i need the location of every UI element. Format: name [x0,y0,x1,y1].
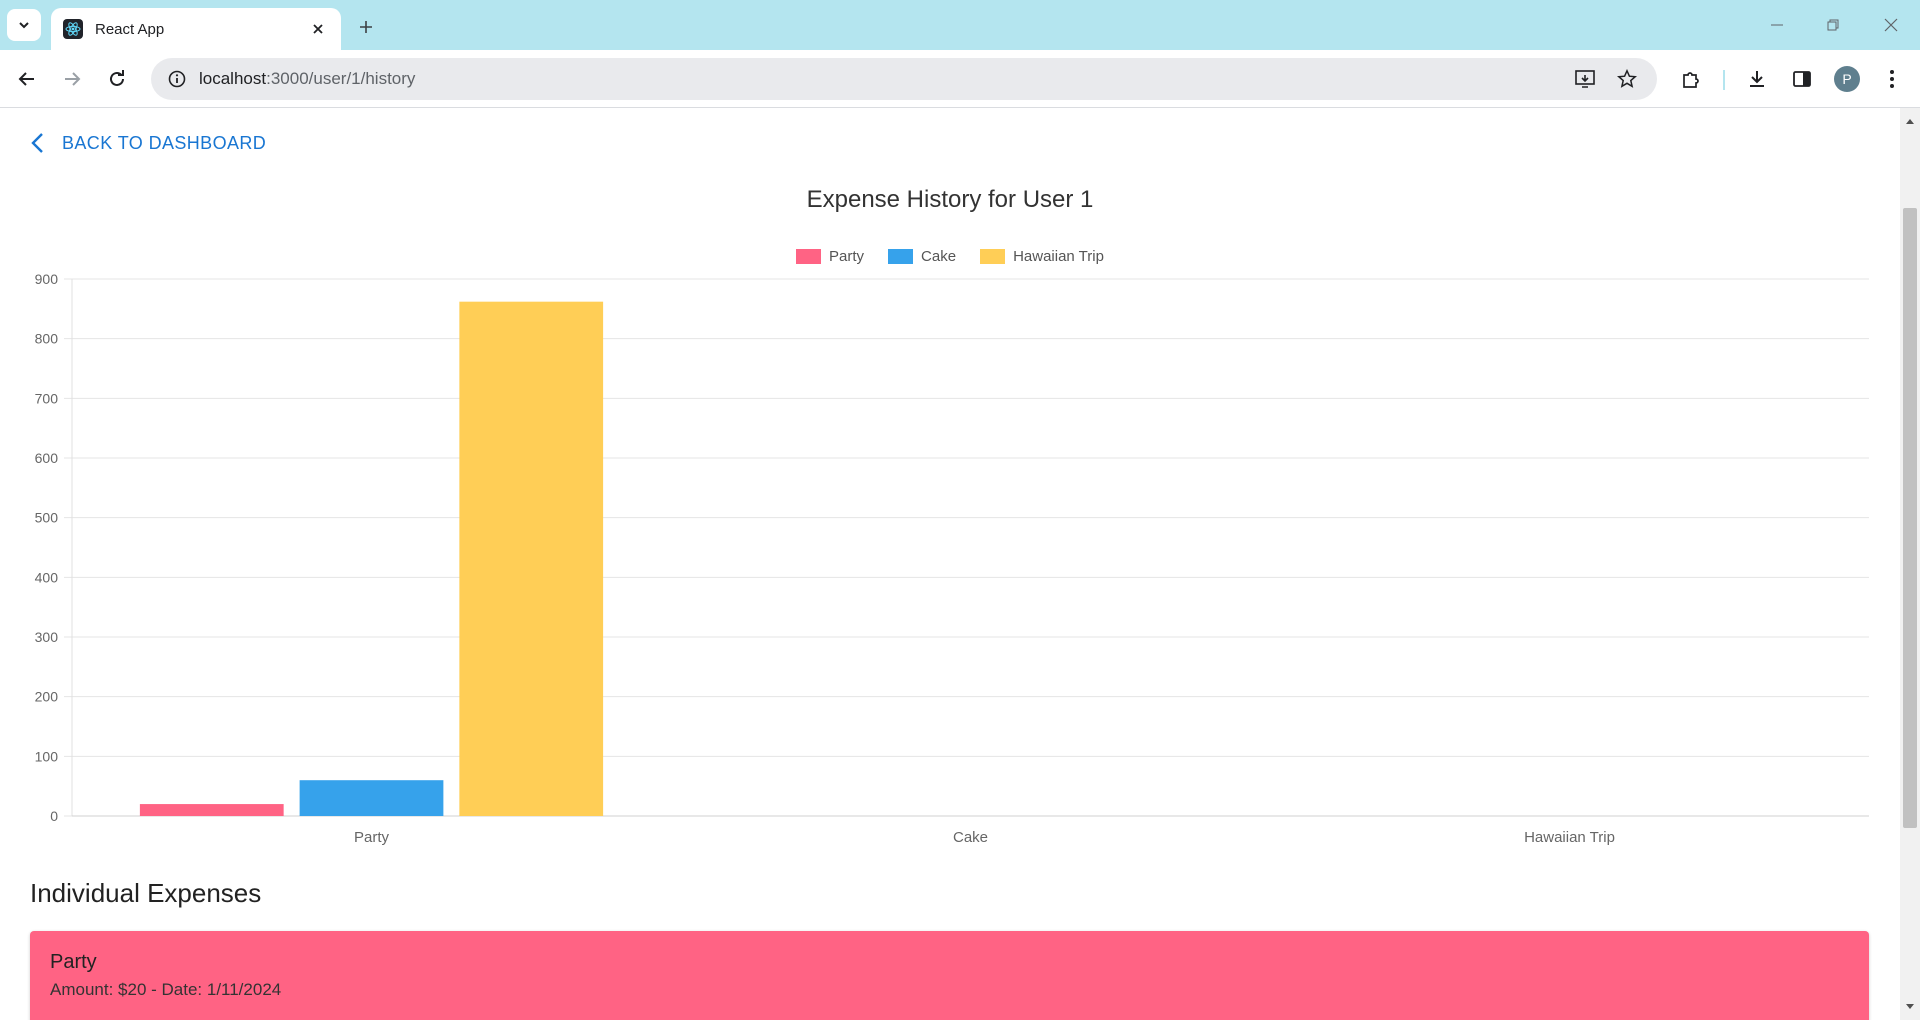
minimize-button[interactable] [1762,10,1792,40]
url-text: localhost:3000/user/1/history [199,69,416,88]
close-icon [1884,18,1898,32]
browser-tab[interactable]: React App [51,8,341,50]
section-title: Individual Expenses [30,878,262,908]
y-tick-label: 200 [35,689,59,705]
y-tick-label: 400 [35,569,59,585]
profile-avatar[interactable]: P [1834,66,1860,92]
forward-button[interactable] [56,63,88,95]
tab-title: React App [95,20,165,38]
restore-button[interactable] [1818,10,1848,40]
extensions-button[interactable] [1675,63,1707,95]
reload-button[interactable] [101,63,133,95]
side-panel-icon [1793,71,1811,87]
address-bar[interactable]: localhost:3000/user/1/history [151,58,1657,100]
expense-card: Party Amount: $20 - Date: 1/11/2024 [30,931,1869,1020]
bar-cake [299,780,444,816]
side-panel-button[interactable] [1786,63,1818,95]
more-vert-icon [1890,70,1894,88]
close-window-button[interactable] [1876,10,1906,40]
arrow-left-icon [18,72,34,86]
back-button[interactable] [11,63,43,95]
x-tick-label: Hawaiian Trip [1524,829,1615,846]
chevron-down-icon [19,22,29,29]
site-info-icon[interactable] [157,59,197,99]
scroll-up-arrow[interactable] [1900,112,1920,130]
downloads-button[interactable] [1741,63,1773,95]
puzzle-icon [1683,72,1699,88]
bookmark-star-icon[interactable] [1611,63,1643,95]
expense-meta: Amount: $20 - Date: 1/11/2024 [50,980,282,999]
bar-party [139,804,284,816]
y-tick-label: 300 [35,629,59,645]
toolbar-divider [1723,70,1725,90]
browser-toolbar: localhost:3000/user/1/history [0,50,1920,108]
y-tick-label: 100 [35,748,59,764]
y-tick-label: 600 [35,450,59,466]
page-scrollbar[interactable] [1900,108,1920,1020]
y-tick-label: 700 [35,390,59,406]
tab-search-button[interactable] [7,9,41,41]
y-tick-label: 500 [35,510,59,526]
plus-icon [360,21,372,33]
x-tick-label: Cake [953,829,988,846]
reload-icon [110,70,124,86]
close-icon [313,24,323,34]
restore-icon [1827,19,1839,31]
bar-hawaiian-trip [459,301,604,816]
new-tab-button[interactable] [352,13,380,41]
arrow-right-icon [65,72,81,86]
scroll-down-arrow[interactable] [1900,998,1920,1016]
x-tick-label: Party [354,829,390,846]
y-tick-label: 900 [35,271,59,287]
minimize-icon [1771,24,1783,26]
y-tick-label: 800 [35,331,59,347]
close-tab-button[interactable] [307,18,329,40]
expense-name: Party [50,951,97,973]
expense-bar-chart: 0 100 200 300 400 500 600 700 800 900 Party Cake Haw… [35,271,1869,846]
scrollbar-thumb[interactable] [1903,208,1917,828]
menu-button[interactable] [1876,63,1908,95]
install-app-icon[interactable] [1570,63,1602,95]
y-tick-label: 0 [50,808,58,824]
page-content: BACK TO DASHBOARD Expense History for Us… [0,108,1900,1020]
tab-strip: React App [0,0,1920,50]
react-logo-icon [63,19,83,39]
download-icon [1750,71,1764,87]
